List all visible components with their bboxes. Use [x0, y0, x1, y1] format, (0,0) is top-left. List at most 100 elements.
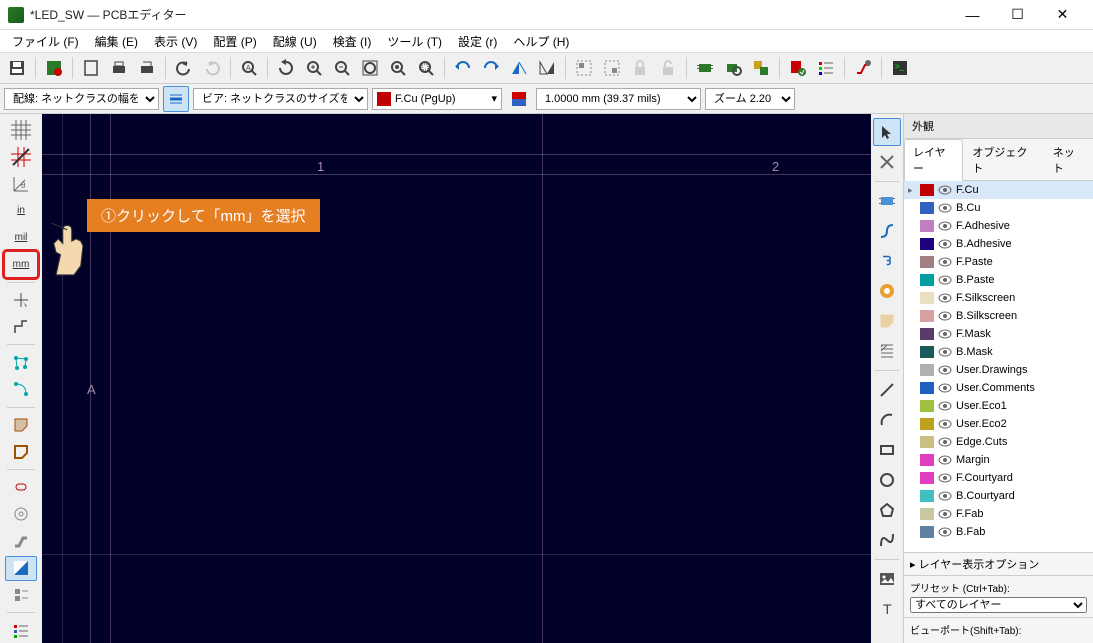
- layer-visibility-icon[interactable]: [938, 309, 952, 323]
- select-tool[interactable]: [873, 118, 901, 146]
- place-rule-area-tool[interactable]: [873, 337, 901, 365]
- zoom-in-button[interactable]: [301, 55, 327, 81]
- drc-button[interactable]: [785, 55, 811, 81]
- route-diff-pair-tool[interactable]: ᘊ: [873, 247, 901, 275]
- layer-visibility-icon[interactable]: [938, 399, 952, 413]
- close-button[interactable]: ✕: [1040, 0, 1085, 30]
- unlock-button[interactable]: [655, 55, 681, 81]
- layer-visibility-icon[interactable]: [938, 435, 952, 449]
- zone-outline-button[interactable]: [5, 439, 37, 464]
- layer-row[interactable]: F.Paste: [904, 253, 1093, 271]
- layer-color-swatch[interactable]: [920, 364, 934, 376]
- layer-visibility-icon[interactable]: [938, 327, 952, 341]
- find-button[interactable]: A: [236, 55, 262, 81]
- layer-color-swatch[interactable]: [920, 454, 934, 466]
- layer-row[interactable]: F.Mask: [904, 325, 1093, 343]
- layer-visibility-icon[interactable]: [938, 381, 952, 395]
- layer-visibility-icon[interactable]: [938, 201, 952, 215]
- layer-color-swatch[interactable]: [920, 508, 934, 520]
- show-ratsnest-button[interactable]: [5, 350, 37, 375]
- redo-button[interactable]: [199, 55, 225, 81]
- maximize-button[interactable]: ☐: [995, 0, 1040, 30]
- layer-color-swatch[interactable]: [920, 202, 934, 214]
- draw-bezier-tool[interactable]: [873, 526, 901, 554]
- mirror-v-button[interactable]: [506, 55, 532, 81]
- net-inspector-button[interactable]: [5, 583, 37, 608]
- pad-outline-button[interactable]: [5, 475, 37, 500]
- mirror-h-button[interactable]: [534, 55, 560, 81]
- layer-row[interactable]: ▸F.Cu: [904, 181, 1093, 199]
- layer-row[interactable]: F.Adhesive: [904, 217, 1093, 235]
- menu-route[interactable]: 配線 (U): [267, 31, 323, 52]
- layer-row[interactable]: Margin: [904, 451, 1093, 469]
- layer-visibility-icon[interactable]: [938, 291, 952, 305]
- menu-inspect[interactable]: 検査 (I): [327, 31, 378, 52]
- menu-view[interactable]: 表示 (V): [148, 31, 203, 52]
- layer-visibility-icon[interactable]: [938, 219, 952, 233]
- layer-visibility-icon[interactable]: [938, 471, 952, 485]
- contrast-mode-button[interactable]: [5, 556, 37, 581]
- menu-tools[interactable]: ツール (T): [381, 31, 448, 52]
- refresh-button[interactable]: [273, 55, 299, 81]
- menu-preferences[interactable]: 設定 (r): [452, 31, 503, 52]
- page-settings-button[interactable]: [78, 55, 104, 81]
- layer-color-swatch[interactable]: [920, 274, 934, 286]
- zoom-selection-button[interactable]: [413, 55, 439, 81]
- layer-row[interactable]: B.Paste: [904, 271, 1093, 289]
- layer-color-swatch[interactable]: [920, 292, 934, 304]
- ungroup-button[interactable]: [599, 55, 625, 81]
- layer-row[interactable]: User.Comments: [904, 379, 1093, 397]
- route-track-tool[interactable]: [873, 217, 901, 245]
- layer-color-swatch[interactable]: [920, 418, 934, 430]
- layer-visibility-icon[interactable]: [938, 525, 952, 539]
- route-settings-button[interactable]: [850, 55, 876, 81]
- layer-row[interactable]: F.Silkscreen: [904, 289, 1093, 307]
- layer-row[interactable]: B.Mask: [904, 343, 1093, 361]
- layer-row[interactable]: B.Courtyard: [904, 487, 1093, 505]
- layer-color-swatch[interactable]: [920, 256, 934, 268]
- preset-select[interactable]: すべてのレイヤー: [910, 597, 1087, 613]
- place-text-tool[interactable]: T: [873, 595, 901, 623]
- layer-pair-button[interactable]: [506, 86, 532, 112]
- track-outline-button[interactable]: [5, 529, 37, 554]
- polar-coords-button[interactable]: θ: [5, 172, 37, 197]
- tab-layers[interactable]: レイヤー: [904, 139, 963, 181]
- layer-visibility-icon[interactable]: [938, 507, 952, 521]
- menu-help[interactable]: ヘルプ (H): [507, 31, 575, 52]
- layer-display-options[interactable]: ▸ レイヤー表示オプション: [904, 552, 1093, 575]
- layer-color-swatch[interactable]: [920, 436, 934, 448]
- curved-ratsnest-button[interactable]: [5, 377, 37, 402]
- layer-visibility-icon[interactable]: [938, 417, 952, 431]
- highlight-net-tool[interactable]: [873, 148, 901, 176]
- layer-color-swatch[interactable]: [920, 346, 934, 358]
- footprint-editor-button[interactable]: [692, 55, 718, 81]
- layer-visibility-icon[interactable]: [938, 273, 952, 287]
- zoom-objects-button[interactable]: [385, 55, 411, 81]
- inches-unit-button[interactable]: in: [5, 198, 37, 223]
- layer-row[interactable]: F.Fab: [904, 505, 1093, 523]
- cursor-shape-button[interactable]: [5, 288, 37, 313]
- layer-visibility-icon[interactable]: [938, 489, 952, 503]
- board-setup-button[interactable]: [41, 55, 67, 81]
- zoom-out-button[interactable]: [329, 55, 355, 81]
- show-grid-button[interactable]: [5, 118, 37, 143]
- tab-objects[interactable]: オブジェクト: [963, 139, 1043, 180]
- place-footprint-tool[interactable]: [873, 187, 901, 215]
- mils-unit-button[interactable]: mil: [5, 225, 37, 250]
- menu-edit[interactable]: 編集 (E): [89, 31, 144, 52]
- layer-visibility-icon[interactable]: [938, 183, 952, 197]
- via-outline-button[interactable]: [5, 502, 37, 527]
- layer-color-swatch[interactable]: [920, 526, 934, 538]
- layer-color-swatch[interactable]: [920, 472, 934, 484]
- layer-color-swatch[interactable]: [920, 220, 934, 232]
- save-button[interactable]: [4, 55, 30, 81]
- layer-color-swatch[interactable]: [920, 310, 934, 322]
- layer-row[interactable]: B.Cu: [904, 199, 1093, 217]
- draw-rect-tool[interactable]: [873, 436, 901, 464]
- layer-row[interactable]: User.Eco2: [904, 415, 1093, 433]
- layer-row[interactable]: Edge.Cuts: [904, 433, 1093, 451]
- place-image-tool[interactable]: [873, 565, 901, 593]
- draw-polygon-tool[interactable]: [873, 496, 901, 524]
- tab-nets[interactable]: ネット: [1044, 139, 1093, 180]
- layer-visibility-icon[interactable]: [938, 255, 952, 269]
